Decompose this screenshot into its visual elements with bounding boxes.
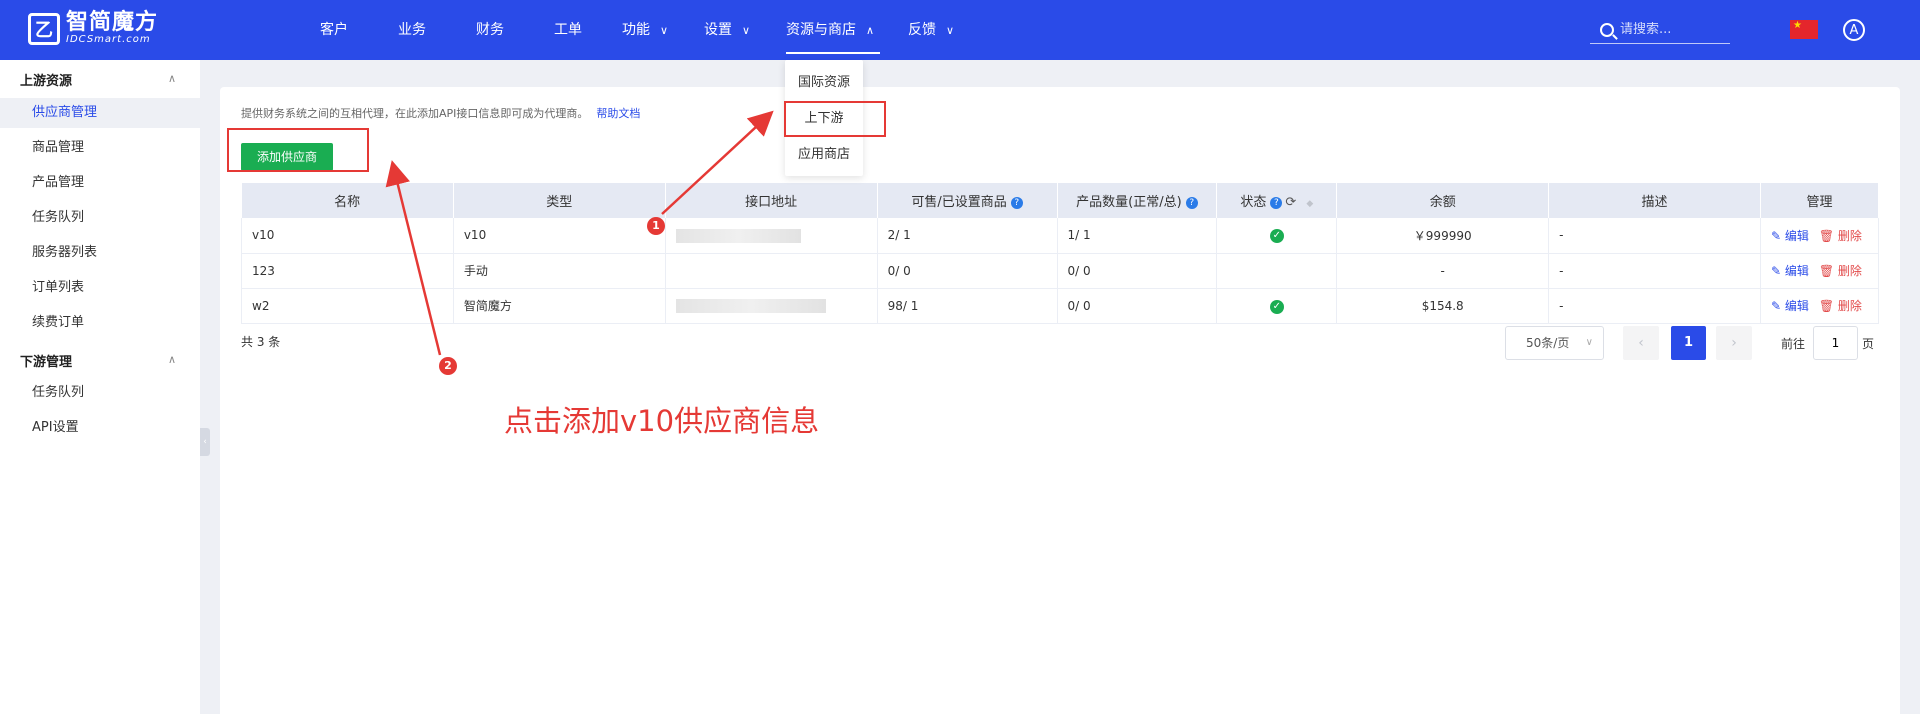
annotation-arrows xyxy=(385,110,774,356)
annotation-caption: 点击添加v10供应商信息 xyxy=(504,404,820,438)
step-marker-2: 2 xyxy=(439,357,457,375)
step-marker-1: 1 xyxy=(647,217,665,235)
